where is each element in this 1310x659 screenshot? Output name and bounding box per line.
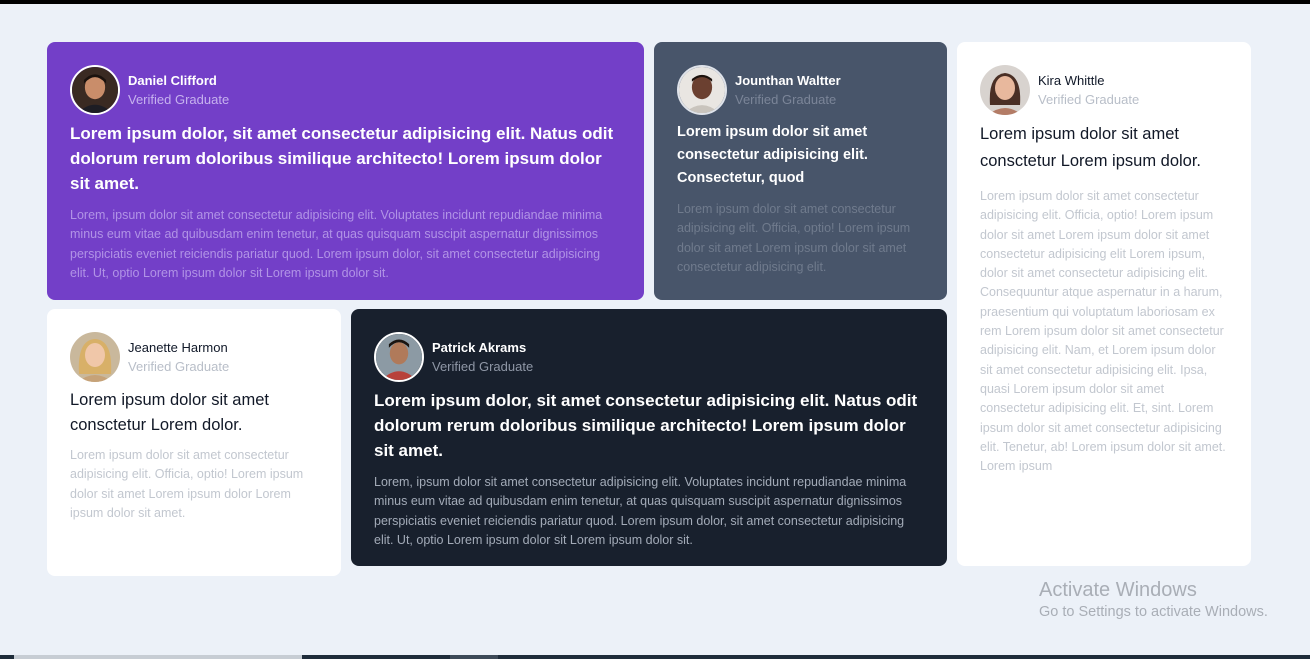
taskbar-strip — [0, 655, 1310, 659]
testimonial-headline: Lorem ipsum dolor sit amet consctetur Lo… — [70, 391, 269, 434]
testimonial-card-patrick: Patrick Akrams Verified Graduate Lorem i… — [351, 309, 947, 566]
author-block: Kira Whittle Verified Graduate — [980, 65, 1231, 115]
testimonial-body: Lorem, ipsum dolor sit amet consectetur … — [374, 475, 907, 547]
watermark-subtitle: Go to Settings to activate Windows. — [1039, 604, 1268, 620]
testimonial-body: Lorem, ipsum dolor sit amet consectetur … — [70, 208, 603, 280]
author-name: Kira Whittle — [1038, 73, 1105, 88]
testimonial-headline: Lorem ipsum dolor sit amet consectetur a… — [677, 124, 868, 186]
testimonial-card-jounthan: Jounthan Waltter Verified Graduate Lorem… — [654, 42, 947, 300]
author-name: Jeanette Harmon — [128, 340, 228, 355]
author-block: Daniel Clifford Verified Graduate — [70, 65, 621, 115]
testimonial-headline: Lorem ipsum dolor sit amet consctetur Lo… — [980, 125, 1202, 170]
author-block: Patrick Akrams Verified Graduate — [374, 332, 924, 382]
author-role: Verified Graduate — [128, 359, 230, 374]
taskbar-search-box[interactable] — [14, 655, 302, 659]
window-top-border — [0, 0, 1310, 4]
author-block: Jeanette Harmon Verified Graduate — [70, 332, 318, 382]
testimonial-headline: Lorem ipsum dolor, sit amet consectetur … — [70, 124, 614, 193]
author-role: Verified Graduate — [735, 92, 837, 107]
testimonial-card-kira: Kira Whittle Verified Graduate Lorem ips… — [957, 42, 1251, 566]
testimonial-body: Lorem ipsum dolor sit amet consectetur a… — [980, 189, 1226, 474]
author-role: Verified Graduate — [432, 359, 534, 374]
testimonial-body: Lorem ipsum dolor sit amet consectetur a… — [677, 202, 911, 274]
avatar-daniel — [70, 65, 120, 115]
author-block: Jounthan Waltter Verified Graduate — [677, 65, 931, 115]
testimonial-card-jeanette: Jeanette Harmon Verified Graduate Lorem … — [47, 309, 341, 576]
avatar-jeanette — [70, 332, 120, 382]
watermark-title: Activate Windows — [1039, 579, 1197, 601]
author-role: Verified Graduate — [1038, 92, 1140, 107]
taskbar-active-app[interactable] — [450, 655, 498, 659]
testimonial-card-daniel: Daniel Clifford Verified Graduate Lorem … — [47, 42, 644, 300]
testimonial-body: Lorem ipsum dolor sit amet consectetur a… — [70, 448, 304, 520]
author-role: Verified Graduate — [128, 92, 230, 107]
testimonial-headline: Lorem ipsum dolor, sit amet consectetur … — [374, 391, 918, 460]
author-name: Daniel Clifford — [128, 73, 217, 88]
avatar-kira — [980, 65, 1030, 115]
activate-windows-watermark: Activate Windows Go to Settings to activ… — [1039, 578, 1268, 622]
author-name: Jounthan Waltter — [735, 73, 841, 88]
author-name: Patrick Akrams — [432, 340, 527, 355]
avatar-jounthan — [677, 65, 727, 115]
avatar-patrick — [374, 332, 424, 382]
